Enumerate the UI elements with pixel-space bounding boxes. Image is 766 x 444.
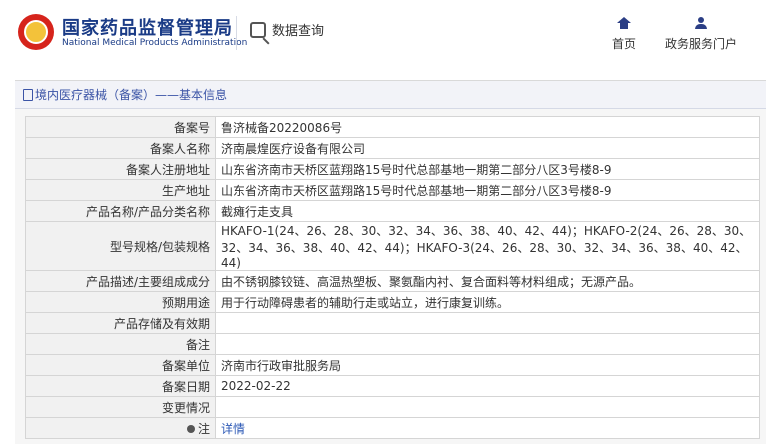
nav-home[interactable]: 首页 (612, 17, 636, 52)
national-emblem-logo-icon (18, 14, 54, 50)
nav-government-service-portal[interactable]: 政务服务门户 (665, 17, 737, 52)
row-value: 截瘫行走支具 (215, 200, 760, 222)
search-document-icon (250, 21, 266, 38)
basic-info-table: 备案号 鲁济械备20220086号 备案人名称 济南晨煌医疗设备有限公司 备案人注册… (25, 116, 760, 439)
details-link[interactable]: 详情 (221, 422, 245, 436)
home-icon (617, 17, 631, 29)
row-label: 预期用途 (25, 291, 216, 313)
user-icon (695, 17, 707, 29)
breadcrumb: 境内医疗器械（备案）——基本信息 (15, 81, 766, 109)
table-row: 型号规格/包装规格 HKAFO-1(24、26、28、30、32、34、36、38… (25, 221, 760, 271)
table-row: 备案人名称 济南晨煌医疗设备有限公司 (25, 137, 760, 159)
table-row: 变更情况 (25, 396, 760, 418)
row-value: 济南市行政审批服务局 (215, 354, 760, 376)
table-row: 备案人注册地址 山东省济南市天桥区蓝翔路15号时代总部基地一期第二部分八区3号楼8… (25, 158, 760, 180)
table-row: 备案号 鲁济械备20220086号 (25, 116, 760, 138)
row-value: 由不锈钢膝铰链、高温热塑板、聚氨酯内衬、复合面料等材料组成；无源产品。 (215, 270, 760, 292)
agency-name-cn: 国家药品监督管理局 (62, 18, 233, 39)
row-label: 生产地址 (25, 179, 216, 201)
row-label: 变更情况 (25, 396, 216, 418)
document-icon (23, 88, 33, 101)
nav-home-label: 首页 (612, 37, 637, 51)
basic-info-table-wrap: 备案号 鲁济械备20220086号 备案人名称 济南晨煌医疗设备有限公司 备案人注册… (25, 116, 760, 439)
row-value: HKAFO-1(24、26、28、30、32、34、36、38、40、42、44… (215, 221, 760, 271)
content-area: 境内医疗器械（备案）——基本信息 备案号 鲁济械备20220086号 备案人名称济… (15, 80, 766, 444)
row-label: 备案人名称 (25, 137, 216, 159)
row-label: 备注 (25, 333, 216, 355)
row-value (215, 396, 760, 418)
row-label: 备案单位 (25, 354, 216, 376)
row-value: 济南晨煌医疗设备有限公司 (215, 137, 760, 159)
table-row: 备案日期 2022-02-22 (25, 375, 760, 397)
row-label: 型号规格/包装规格 (25, 221, 216, 271)
row-value: 鲁济械备20220086号 (215, 116, 760, 138)
table-row: 产品名称/产品分类名称 截瘫行走支具 (25, 200, 760, 222)
row-label: 备案日期 (25, 375, 216, 397)
data-query-label: 数据查询 (272, 24, 325, 39)
table-row: 预期用途 用于行动障碍患者的辅助行走或站立，进行康复训练。 (25, 291, 760, 313)
row-value: 用于行动障碍患者的辅助行走或站立，进行康复训练。 (215, 291, 760, 313)
site-header: 国家药品监督管理局 National Medical Products Admi… (0, 0, 766, 68)
table-row: 生产地址 山东省济南市天桥区蓝翔路15号时代总部基地一期第二部分八区3号楼8-9 (25, 179, 760, 201)
table-row: 备注 (25, 333, 760, 355)
data-query-link[interactable]: 数据查询 (250, 20, 324, 39)
table-row: 产品存储及有效期 (25, 312, 760, 334)
row-value: 详情 (215, 417, 760, 439)
row-value (215, 333, 760, 355)
agency-name-en: National Medical Products Administration (62, 38, 248, 48)
row-label: 产品描述/主要组成成分 (25, 270, 216, 292)
note-label: 注 (197, 421, 210, 436)
nav-service-label: 政务服务门户 (665, 37, 738, 51)
row-value: 山东省济南市天桥区蓝翔路15号时代总部基地一期第二部分八区3号楼8-9 (215, 179, 760, 201)
row-label: 备案号 (25, 116, 216, 138)
row-value: 山东省济南市天桥区蓝翔路15号时代总部基地一期第二部分八区3号楼8-9 (215, 158, 760, 180)
row-value: 2022-02-22 (215, 375, 760, 397)
row-label: 产品名称/产品分类名称 (25, 200, 216, 222)
row-label: 注 (25, 417, 216, 439)
breadcrumb-text: 境内医疗器械（备案）——基本信息 (35, 88, 228, 102)
tip-icon (186, 425, 195, 433)
table-row: 备案单位 济南市行政审批服务局 (25, 354, 760, 376)
row-value (215, 312, 760, 334)
row-label: 产品存储及有效期 (25, 312, 216, 334)
row-label: 备案人注册地址 (25, 158, 216, 180)
table-row: 产品描述/主要组成成分 由不锈钢膝铰链、高温热塑板、聚氨酯内衬、复合面料等材料组成… (25, 270, 760, 292)
header-divider (236, 16, 237, 50)
table-row: 注 详情 (25, 417, 760, 439)
